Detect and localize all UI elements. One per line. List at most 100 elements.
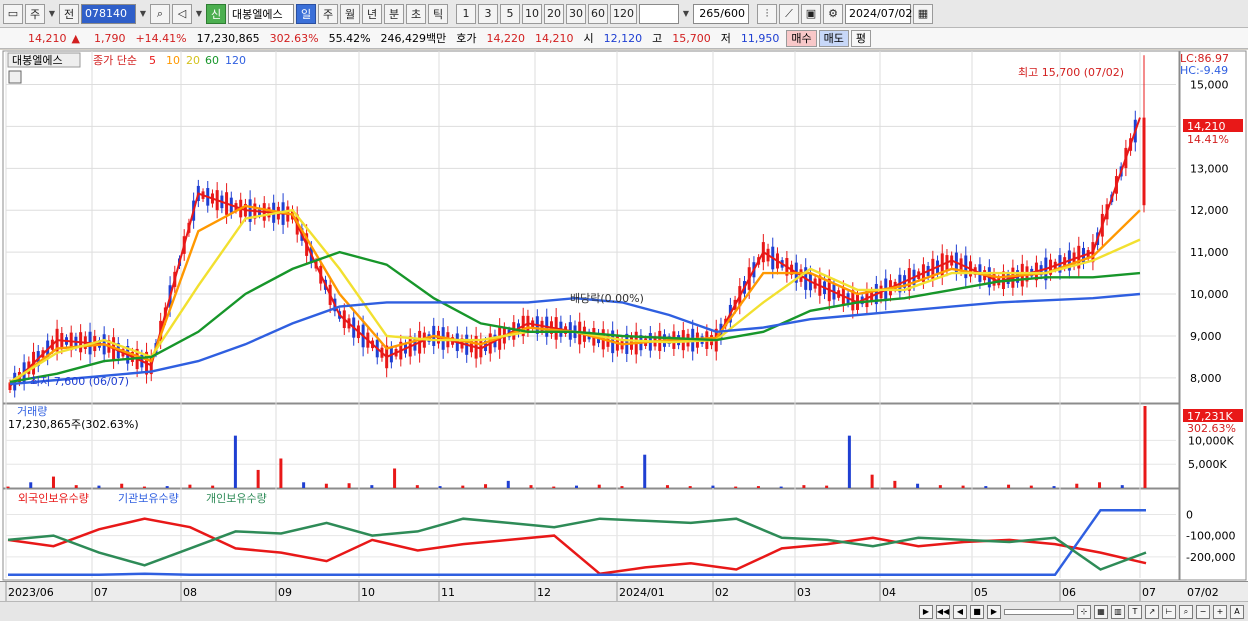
holdings-tick-label: -100,000	[1186, 530, 1235, 543]
interval-10[interactable]: 10	[522, 3, 542, 24]
price-panel	[2, 50, 1180, 404]
volume-bar	[279, 458, 283, 488]
scroll-first-icon[interactable]: ◀◀	[936, 604, 950, 619]
time-label: 04	[882, 586, 896, 599]
market-select[interactable]: 주	[25, 3, 45, 24]
ma-legend-prefix: 종가 단순	[93, 54, 137, 67]
ask-price: 14,210	[535, 31, 574, 45]
font-icon[interactable]: A	[1230, 604, 1244, 619]
holdings-tick-label: -200,000	[1186, 551, 1235, 564]
interval-30[interactable]: 30	[566, 3, 586, 24]
arrow-icon[interactable]: ↗	[1145, 604, 1159, 619]
ruler-icon[interactable]: ⊢	[1162, 604, 1176, 619]
volume-bar	[825, 485, 829, 488]
ma-legend-10: 10	[166, 54, 180, 67]
crosshair-icon[interactable]: ⊹	[1077, 604, 1091, 619]
volume-bar	[74, 485, 78, 488]
candle-type-icon[interactable]: ⫶	[757, 3, 777, 24]
volume-bar	[233, 435, 237, 488]
minus-icon[interactable]: −	[1196, 604, 1210, 619]
price-tick-label: 9,000	[1190, 330, 1222, 343]
buy-button[interactable]: 매수	[786, 29, 817, 47]
stop-icon[interactable]: ■	[970, 604, 984, 619]
code-input[interactable]: 078140	[81, 3, 136, 24]
volume-value: 17,230,865	[196, 31, 260, 45]
volume-bar	[665, 485, 669, 488]
scroll-right-icon[interactable]: ▶	[919, 604, 933, 619]
gear-icon[interactable]: ⚙	[823, 3, 843, 24]
interval-dropdown-icon[interactable]: ▼	[681, 4, 691, 24]
draw-line-icon[interactable]: ⟋	[779, 3, 799, 24]
time-label: 02	[715, 586, 729, 599]
count-display[interactable]: 265/600	[693, 3, 749, 24]
foreign-holdings-legend: 외국인보유수량	[18, 492, 89, 505]
volume-bar	[415, 485, 419, 488]
volume-bar	[643, 454, 647, 488]
code-dropdown-icon[interactable]: ▼	[138, 4, 148, 24]
prev-button[interactable]: 전	[59, 3, 79, 24]
time-axis: 2023/06 07 08 09 10 11 12 2024/01 02 03 04 05 06 07 0…	[0, 581, 1248, 602]
price-tick-label: 10,000	[1190, 288, 1229, 301]
time-label: 08	[183, 586, 197, 599]
plus-icon[interactable]: +	[1213, 604, 1227, 619]
speaker-dropdown-icon[interactable]: ▼	[194, 4, 204, 24]
volume-bar	[1029, 485, 1033, 488]
volume-bar	[552, 486, 556, 488]
chevron-down-icon[interactable]: ▼	[47, 4, 57, 24]
volume-value-text: 17,230,865주(302.63%)	[8, 418, 139, 431]
search-icon[interactable]: ⌕	[150, 3, 170, 24]
volume-bar	[256, 469, 260, 488]
bid-price: 14,220	[486, 31, 526, 45]
change-percent: +14.41%	[135, 31, 187, 45]
price-tick-label: 13,000	[1190, 162, 1229, 175]
interval-3[interactable]: 3	[478, 3, 498, 24]
time-label: 07	[1142, 586, 1156, 599]
volume-bar	[1120, 485, 1124, 488]
date-input[interactable]: 2024/07/02	[845, 3, 912, 24]
volume-bar	[870, 474, 874, 488]
interval-120[interactable]: 120	[610, 3, 637, 24]
volume-bar	[347, 483, 351, 488]
play-icon[interactable]: ▶	[987, 604, 1001, 619]
volume-bar	[6, 486, 10, 488]
period-monthly[interactable]: 월	[340, 3, 360, 24]
volume-bar	[802, 485, 806, 488]
zoom-icon[interactable]: ⌕	[1179, 604, 1193, 619]
period-yearly[interactable]: 년	[362, 3, 382, 24]
sell-button[interactable]: 매도	[818, 29, 849, 47]
volume-bar	[893, 480, 897, 488]
period-tick[interactable]: 틱	[428, 3, 448, 24]
period-daily[interactable]: 일	[296, 3, 316, 24]
scroll-left-icon[interactable]: ◀	[953, 604, 967, 619]
period-second[interactable]: 초	[406, 3, 426, 24]
avg-button[interactable]: 평	[850, 29, 872, 47]
price-tick-label: 12,000	[1190, 204, 1229, 217]
zoom-slider[interactable]	[1004, 608, 1074, 615]
time-label: 06	[1062, 586, 1076, 599]
period-weekly[interactable]: 주	[318, 3, 338, 24]
calendar-icon[interactable]: ▦	[913, 3, 933, 24]
volume-bar	[120, 483, 124, 488]
save-icon[interactable]: ▣	[801, 3, 821, 24]
grid-icon[interactable]: ▦	[1094, 604, 1108, 619]
speaker-icon[interactable]: ◁	[172, 3, 192, 24]
high-price: 15,700	[672, 31, 711, 45]
interval-5[interactable]: 5	[500, 3, 520, 24]
interval-custom-input[interactable]	[639, 3, 679, 24]
time-axis-last-date: 07/02	[1187, 586, 1219, 599]
bar-icon[interactable]: ▥	[1111, 604, 1125, 619]
period-minute[interactable]: 분	[384, 3, 404, 24]
chart-svg[interactable]: 8,0009,00010,00011,00012,00013,00014,000…	[0, 50, 1248, 581]
interval-20[interactable]: 20	[544, 3, 564, 24]
interval-1[interactable]: 1	[456, 3, 476, 24]
low-price: 11,950	[740, 31, 780, 45]
window-icon[interactable]: ▭	[3, 3, 23, 24]
text-icon[interactable]: T	[1128, 604, 1142, 619]
calculator-icon[interactable]	[8, 70, 22, 84]
chart-area[interactable]: 8,0009,00010,00011,00012,00013,00014,000…	[0, 50, 1248, 601]
volume-bar	[370, 485, 374, 488]
stock-name: 대봉엘에스	[228, 3, 294, 24]
interval-60[interactable]: 60	[588, 3, 608, 24]
volume-bar	[29, 482, 33, 488]
turnover-rate: 55.42%	[328, 31, 371, 45]
